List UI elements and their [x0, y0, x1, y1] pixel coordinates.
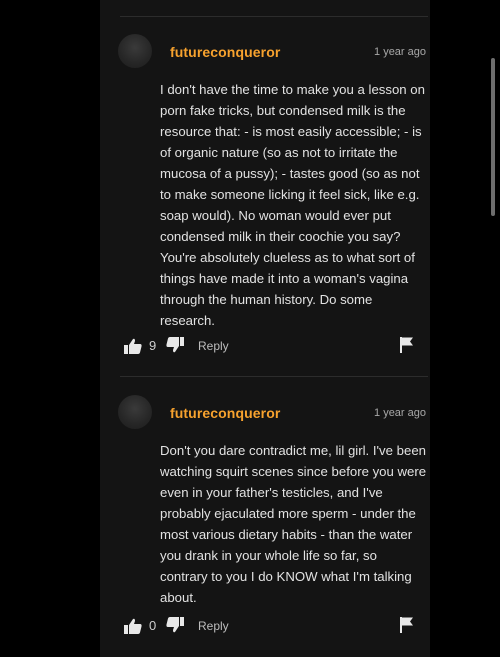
flag-icon[interactable]	[400, 337, 414, 353]
comment-text: I don't have the time to make you a less…	[160, 82, 425, 328]
avatar[interactable]	[118, 34, 152, 68]
reply-button[interactable]: Reply	[198, 339, 229, 353]
avatar[interactable]	[118, 395, 152, 429]
like-count: 9	[149, 338, 157, 353]
divider	[120, 376, 428, 377]
like-count: 0	[149, 618, 157, 633]
comment-text: Don't you dare contradict me, lil girl. …	[160, 443, 427, 605]
comment-username[interactable]: futureconqueror	[170, 405, 280, 421]
flag-icon[interactable]	[400, 617, 414, 633]
thumbs-up-icon[interactable]	[124, 338, 142, 354]
thumbs-down-icon[interactable]	[166, 337, 184, 353]
thumbs-down-icon[interactable]	[166, 617, 184, 633]
comment-actions: 0 Reply	[124, 616, 424, 636]
divider	[120, 16, 428, 17]
thumbs-up-icon[interactable]	[124, 618, 142, 634]
comment-timestamp: 1 year ago	[374, 407, 426, 419]
scrollbar[interactable]	[491, 58, 495, 216]
reply-button[interactable]: Reply	[198, 619, 229, 633]
comment-timestamp: 1 year ago	[374, 46, 426, 58]
comment-actions: 9 Reply	[124, 336, 424, 356]
comment-username[interactable]: futureconqueror	[170, 44, 280, 60]
